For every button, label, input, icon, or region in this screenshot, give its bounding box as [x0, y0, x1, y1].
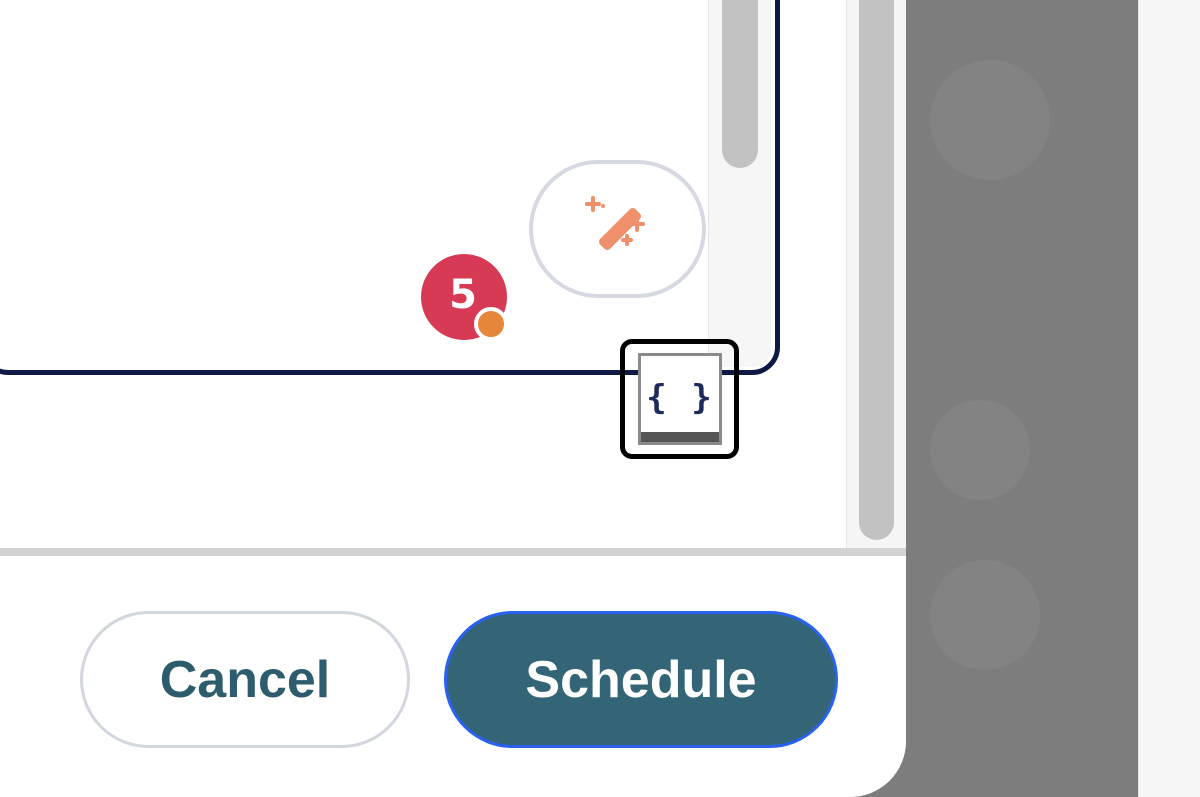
footer-divider — [0, 548, 906, 556]
editor-scrollbar-thumb[interactable] — [722, 0, 758, 168]
message-editor-area: 5 { } — [0, 0, 906, 552]
cancel-button[interactable]: Cancel — [80, 611, 410, 748]
schedule-button[interactable]: Schedule — [444, 611, 838, 748]
modal-scrollbar-thumb[interactable] — [859, 0, 894, 540]
modal-footer: Cancel Schedule — [0, 556, 906, 797]
backdrop-blur-shape — [930, 400, 1030, 500]
right-panel-edge — [1138, 0, 1200, 797]
code-toggle-underline — [641, 432, 719, 442]
code-block-toggle[interactable]: { } — [638, 353, 722, 445]
code-braces-icon: { } — [646, 378, 714, 418]
ai-assist-button[interactable] — [529, 160, 706, 298]
magic-wand-icon — [583, 194, 653, 265]
schedule-modal: 5 { } Cancel Schedule — [0, 0, 906, 797]
backdrop-blur-shape — [930, 560, 1040, 670]
presence-status-dot — [474, 307, 508, 341]
mention-count: 5 — [449, 272, 477, 318]
backdrop-blur-shape — [930, 60, 1050, 180]
